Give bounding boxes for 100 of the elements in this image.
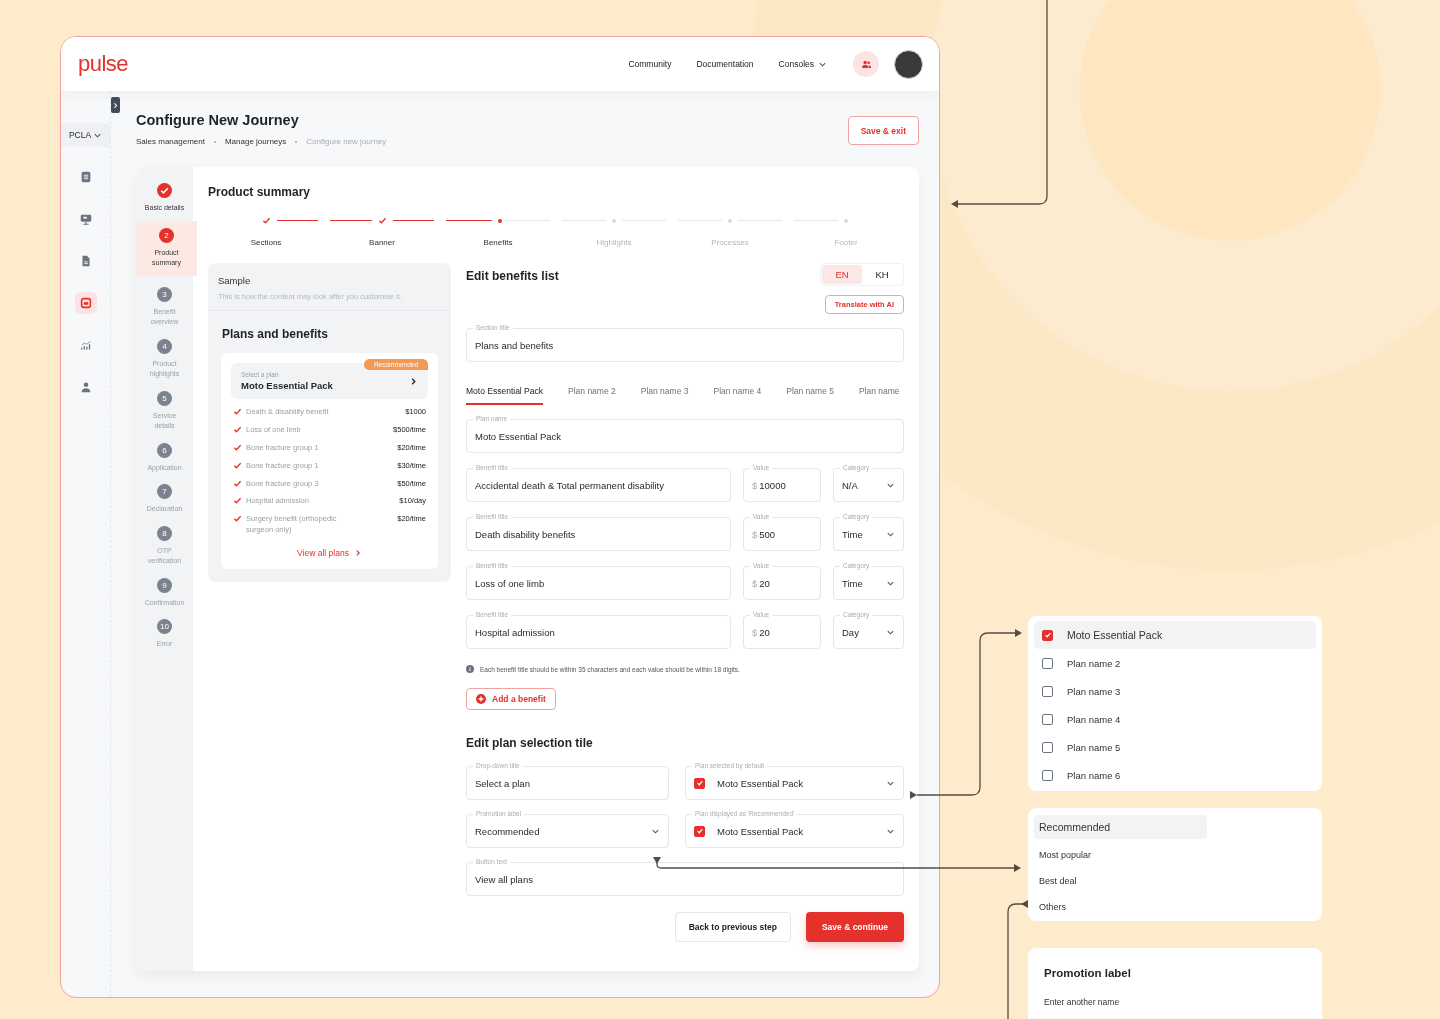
avatar[interactable] [894,49,923,79]
currency-symbol: $ [752,577,758,589]
plan-tab[interactable]: Plan name 4 [713,386,762,405]
expand-button[interactable] [111,97,120,113]
field-value: Select a plan [475,777,531,789]
chevron-right-icon [112,101,119,109]
step-number: 3 [157,286,172,302]
step-number: 2 [159,227,174,243]
rail-button[interactable] [74,292,97,314]
checkbox[interactable] [694,825,705,837]
language-tab[interactable]: KH [862,265,902,284]
currency-symbol: $ [752,626,758,638]
menu-link[interactable]: Consoles [778,59,827,69]
step-number: 6 [157,442,172,458]
step-label[interactable]: Benefits [483,238,513,247]
checkbox[interactable] [1042,685,1053,697]
field-value: Death disability benefits [475,528,577,540]
menu-item[interactable]: Plan name 5 [1034,733,1316,761]
checkbox[interactable] [694,777,705,789]
currency-symbol: $ [752,479,758,491]
menu-item[interactable]: Moto Essential Pack [1034,621,1316,649]
checkbox[interactable] [1042,713,1053,725]
menu-item[interactable]: Others [1034,894,1071,920]
field-value: Day [842,626,860,638]
currency-symbol: $ [752,528,758,540]
checkbox[interactable] [1042,769,1053,781]
form-title: Edit benefits list [466,269,559,285]
breadcrumb-link[interactable]: Sales management [136,137,205,146]
page-title: Configure New Journey [136,112,300,128]
menu-item-label: Plan name 3 [1067,685,1121,697]
menu-item[interactable]: Recommended [1034,815,1207,839]
save-continue-button[interactable]: Save & continue [806,912,904,942]
plan-tab[interactable]: Plan name 3 [640,386,689,405]
add-benefit-button[interactable]: Add a benefit [466,688,556,710]
step-number: 9 [157,577,172,593]
people-icon [860,58,872,70]
plus-circle-icon [476,694,486,704]
region-dropdown[interactable]: PCLA [61,123,110,147]
nav-link[interactable]: Documentation [696,59,754,69]
checkbox[interactable] [1042,657,1053,669]
field-value: 10000 [759,479,787,491]
section-title: Product summary [208,185,312,199]
menu-item[interactable]: Plan name 6 [1034,761,1316,789]
nav-link[interactable]: Community [628,59,672,69]
menu-item[interactable]: Most popular [1034,842,1097,868]
menu-item[interactable]: Plan name 2 [1034,649,1316,677]
field-value: 20 [759,577,771,589]
preview-title: Sample [218,275,252,286]
card-text: Enter another name [1044,997,1121,1007]
field-value: Time [842,577,864,589]
checkbox[interactable] [1042,741,1053,753]
menu-item[interactable]: Plan name 4 [1034,705,1316,733]
step-number: 4 [157,338,172,354]
checkbox[interactable] [1042,629,1053,641]
field-value: View all plans [475,873,534,885]
check-icon [695,827,704,835]
step-number: 5 [157,390,172,406]
form-title: Edit plan selection tile [466,736,594,750]
menu-item-label: Plan name 4 [1067,713,1121,725]
plan-tab[interactable]: Plan name 2 [568,386,616,405]
plan-tab[interactable]: Plan name 5 [786,386,834,405]
square-icon [78,296,93,310]
language-tab[interactable]: EN [822,265,862,284]
field-value: Hospital admission [475,626,556,638]
breadcrumb-link[interactable]: Manage journeys [224,137,287,146]
field-value: Recommended [475,825,541,837]
menu-item[interactable]: Best deal [1034,868,1082,894]
field-value: Moto Essential Pack [717,777,805,789]
back-button[interactable]: Back to previous step [674,912,791,942]
monitor-icon[interactable] [78,212,93,226]
step-label[interactable]: Banner [369,238,395,247]
menu-item-label: Moto Essential Pack [1067,629,1163,641]
card-title: Promotion label [1044,967,1132,979]
field-value: Plans and benefits [475,339,555,351]
step-number: 8 [157,525,172,541]
field-value: Time [842,528,864,540]
field-value: 20 [759,626,771,638]
check-icon [695,779,704,787]
field-value: N/A [842,479,859,491]
field-value: Moto Essential Pack [717,825,805,837]
selector-value: Moto Essential Pack [241,380,334,391]
menu-item-label: Plan name 5 [1067,741,1121,753]
menu-item[interactable]: Plan name 3 [1034,677,1316,705]
field-value: 500 [759,528,777,540]
logo: pulse [78,51,129,77]
save-exit-button[interactable]: Save & exit [847,116,919,145]
view-plans-link[interactable]: View all plans [231,548,428,558]
step-number: 10 [157,619,172,634]
chart-icon[interactable] [78,338,93,352]
check-icon [1043,631,1052,639]
field-value: Moto Essential Pack [475,430,563,442]
step-number: 7 [157,484,172,499]
info-icon [466,665,474,673]
field-value: Loss of one limb [475,577,546,589]
field-value: Accidental death & Total permanent disability [475,479,665,491]
team-button[interactable] [853,51,879,77]
plan-tab[interactable]: Plan name [858,386,900,405]
step-label[interactable]: Sections [250,238,282,247]
preview-heading: Plans and benefits [222,327,330,341]
plan-tab[interactable]: Moto Essential Pack [466,386,543,405]
